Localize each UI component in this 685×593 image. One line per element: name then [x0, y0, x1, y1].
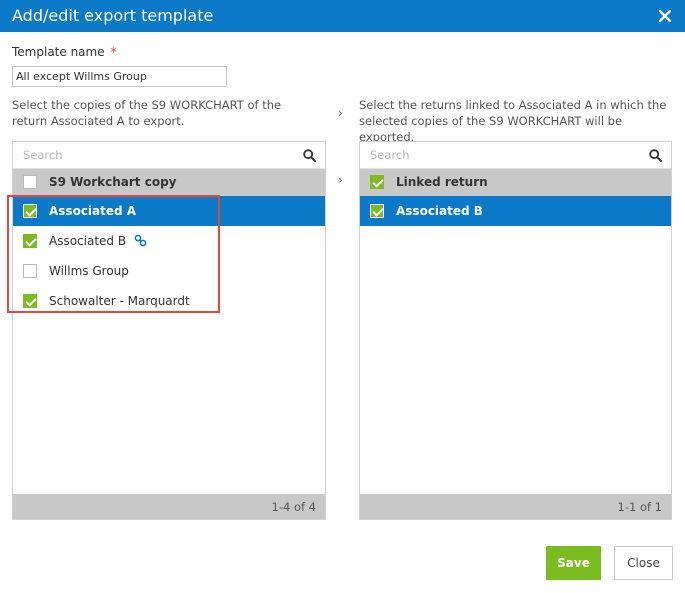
- item-checkbox[interactable]: [23, 294, 37, 308]
- item-label: Associated B: [396, 204, 483, 218]
- item-label: Willms Group: [49, 264, 129, 278]
- item-label: Associated B: [49, 234, 127, 248]
- close-button[interactable]: Close: [614, 546, 673, 580]
- list-item[interactable]: Schowalter - Marquardt: [13, 286, 325, 316]
- close-icon[interactable]: [657, 8, 673, 24]
- arrow-separator: ›: [338, 173, 343, 187]
- list-item[interactable]: Associated A: [13, 196, 325, 226]
- list-header-row: S9 Workchart copy: [13, 169, 325, 196]
- item-label-group: Associated B: [49, 234, 147, 248]
- item-label: Associated A: [49, 204, 137, 218]
- select-all-checkbox[interactable]: [370, 175, 384, 189]
- workchart-copies-panel: Search S9 Workchart copy Associated A As…: [12, 141, 326, 520]
- search-icon[interactable]: [649, 149, 662, 162]
- item-label: Schowalter - Marquardt: [49, 294, 190, 308]
- template-name-label: Template name *: [12, 45, 116, 59]
- item-checkbox[interactable]: [23, 264, 37, 278]
- left-panel-footer: 1-4 of 4: [13, 494, 325, 519]
- right-panel-footer: 1-1 of 1: [360, 494, 671, 519]
- item-checkbox[interactable]: [23, 204, 37, 218]
- item-count: 1-1 of 1: [617, 500, 663, 514]
- save-button[interactable]: Save: [546, 546, 601, 580]
- list-item[interactable]: Willms Group: [13, 256, 325, 286]
- column-header: S9 Workchart copy: [49, 175, 177, 189]
- select-all-checkbox[interactable]: [23, 175, 37, 189]
- list-header-row: Linked return: [360, 169, 671, 196]
- item-count: 1-4 of 4: [271, 500, 317, 514]
- right-search-box[interactable]: Search: [360, 142, 671, 169]
- linked-returns-panel: Search Linked return Associated B 1-1 of…: [359, 141, 672, 520]
- arrow-separator: ›: [338, 106, 343, 120]
- left-instruction: Select the copies of the S9 WORKCHART of…: [12, 98, 282, 128]
- link-icon: [134, 234, 147, 247]
- column-header: Linked return: [396, 175, 488, 189]
- template-name-label-text: Template name: [12, 45, 105, 59]
- right-search-placeholder: Search: [370, 148, 410, 162]
- list-item[interactable]: Associated B: [360, 196, 671, 226]
- template-name-input[interactable]: [12, 66, 227, 87]
- item-checkbox[interactable]: [370, 204, 384, 218]
- right-instruction: Select the returns linked to Associated …: [359, 98, 667, 144]
- list-item[interactable]: Associated B: [13, 226, 325, 256]
- dialog-title: Add/edit export template: [12, 6, 214, 25]
- left-search-placeholder: Search: [23, 148, 63, 162]
- dialog-title-bar: Add/edit export template: [0, 0, 685, 32]
- search-icon[interactable]: [303, 149, 316, 162]
- left-search-box[interactable]: Search: [13, 142, 325, 169]
- required-mark: *: [110, 45, 117, 59]
- item-checkbox[interactable]: [23, 234, 37, 248]
